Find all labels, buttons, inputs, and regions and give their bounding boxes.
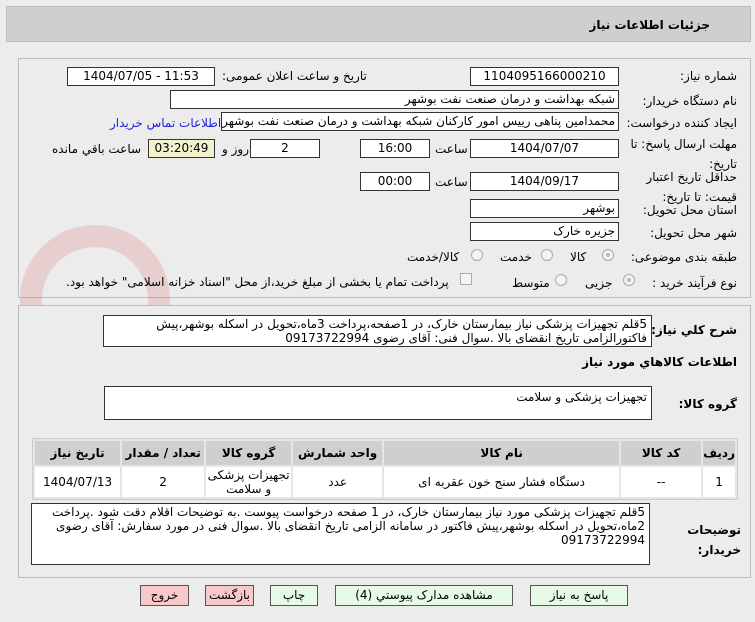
buyer-label: نام دستگاه خریدار: bbox=[642, 94, 738, 108]
province-label: استان محل تحویل: bbox=[642, 203, 737, 217]
goods-table: ردیف کد کالا نام کالا واحد شمارش گروه کا… bbox=[32, 438, 738, 500]
group-label: گروه کالا: bbox=[678, 397, 737, 411]
city-label: شهر محل تحویل: bbox=[650, 226, 737, 240]
process-small-label: جزیی bbox=[585, 276, 613, 290]
announce-label: تاریخ و ساعت اعلان عمومی: bbox=[222, 69, 367, 83]
validity-time-label: ساعت bbox=[435, 175, 468, 189]
buyer-field: شبکه بهداشت و درمان صنعت نفت بوشهر bbox=[170, 90, 619, 109]
table-row: 1 -- دستگاه فشار سنج خون عقربه ای عدد تج… bbox=[35, 467, 735, 497]
goods-section-title: اطلاعات کالاهاي مورد نياز bbox=[582, 355, 737, 369]
reply-button[interactable]: پاسخ به نیاز bbox=[530, 585, 628, 606]
cell-row: 1 bbox=[703, 467, 735, 497]
col-group: گروه کالا bbox=[206, 441, 292, 465]
category-service-radio[interactable] bbox=[541, 249, 553, 261]
page-title: جزئیات اطلاعات نیاز bbox=[589, 18, 710, 32]
category-both-label: کالا/خدمت bbox=[407, 250, 460, 264]
cell-group: تجهیزات پزشکی و سلامت bbox=[206, 467, 292, 497]
cell-code: -- bbox=[621, 467, 702, 497]
deadline-time-field: 16:00 bbox=[360, 139, 430, 158]
view-attachments-button[interactable]: مشاهده مدارک پیوستي (4) bbox=[335, 585, 513, 606]
creator-field: محمدامین پناهی رییس امور کارکنان شبکه به… bbox=[221, 112, 619, 131]
group-textarea[interactable]: تجهیزات پزشکی و سلامت bbox=[104, 386, 652, 420]
remaining-label: ساعت باقي مانده bbox=[52, 142, 142, 156]
category-label: طبقه بندی موضوعی: bbox=[630, 250, 737, 264]
col-row: ردیف bbox=[703, 441, 735, 465]
cell-qty: 2 bbox=[122, 467, 205, 497]
buyer-notes-textarea[interactable]: 5قلم تجهیزات پزشکی مورد نیاز بیمارستان خ… bbox=[31, 503, 650, 565]
contact-buyer-link[interactable]: اطلاعات تماس خریدار bbox=[110, 116, 221, 130]
days-field: 2 bbox=[250, 139, 320, 158]
city-field: جزیره خارک bbox=[470, 222, 619, 241]
description-label: شرح کلي نياز: bbox=[651, 323, 737, 337]
need-number-field: 1104095166000210 bbox=[470, 67, 619, 86]
back-button[interactable]: بازگشت bbox=[205, 585, 254, 606]
category-goods-label: کالا bbox=[570, 250, 587, 264]
col-name: نام کالا bbox=[384, 441, 620, 465]
category-service-label: خدمت bbox=[500, 250, 532, 264]
col-qty: تعداد / مقدار bbox=[122, 441, 205, 465]
payment-note: پرداخت تمام یا بخشی از مبلغ خرید،از محل … bbox=[66, 275, 449, 289]
print-button[interactable]: چاپ bbox=[270, 585, 318, 606]
cell-name: دستگاه فشار سنج خون عقربه ای bbox=[384, 467, 620, 497]
col-date: تاریخ نیاز bbox=[35, 441, 121, 465]
exit-button[interactable]: خروج bbox=[140, 585, 189, 606]
remaining-timer: 03:20:49 bbox=[148, 139, 215, 158]
validity-label: حداقل تاریخ اعتبار قیمت: تا تاریخ: bbox=[646, 170, 737, 204]
description-textarea[interactable]: 5قلم تجهیزات پزشکی نیاز بیمارستان خارک، … bbox=[103, 315, 652, 347]
need-number-label: شماره نیاز: bbox=[680, 69, 737, 83]
treasury-payment-checkbox[interactable] bbox=[460, 273, 472, 285]
announce-field: 1404/07/05 - 11:53 bbox=[67, 67, 215, 86]
validity-date-field: 1404/09/17 bbox=[470, 172, 619, 191]
cell-date: 1404/07/13 bbox=[35, 467, 121, 497]
process-label: نوع فرآیند خرید : bbox=[652, 276, 737, 290]
process-small-radio[interactable] bbox=[623, 274, 635, 286]
creator-label: ایجاد کننده درخواست: bbox=[626, 116, 737, 130]
province-field: بوشهر bbox=[470, 199, 619, 218]
validity-time-field: 00:00 bbox=[360, 172, 430, 191]
days-label: روز و bbox=[222, 142, 249, 156]
process-medium-radio[interactable] bbox=[555, 274, 567, 286]
category-goods-radio[interactable] bbox=[602, 249, 614, 261]
deadline-date-field: 1404/07/07 bbox=[470, 139, 619, 158]
cell-unit: عدد bbox=[293, 467, 383, 497]
category-both-radio[interactable] bbox=[471, 249, 483, 261]
deadline-time-label: ساعت bbox=[435, 142, 468, 156]
buyer-notes-label: توضیحات خریدار: bbox=[687, 523, 741, 557]
page-header: جزئیات اطلاعات نیاز bbox=[6, 6, 751, 42]
col-unit: واحد شمارش bbox=[293, 441, 383, 465]
col-code: کد کالا bbox=[621, 441, 702, 465]
process-medium-label: متوسط bbox=[512, 276, 550, 290]
